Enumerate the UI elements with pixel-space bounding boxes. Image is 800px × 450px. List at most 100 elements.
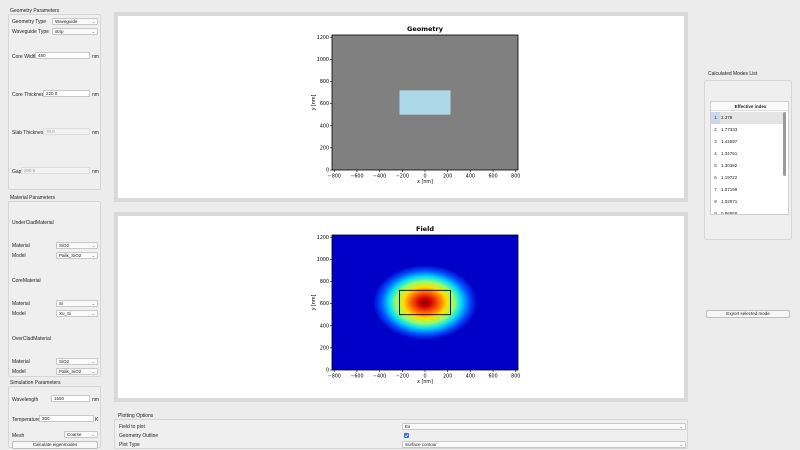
geometry-plot-panel: Geometry −800 −600 −400 −200 0 200 400 600 800 0 20… — [114, 12, 688, 202]
modes-table-scrollbar[interactable] — [783, 112, 786, 176]
wavelength-input[interactable]: 1550 — [51, 395, 90, 402]
y-tick-label: 800 — [320, 279, 329, 285]
field-to-plot-label: Field to plot — [119, 424, 145, 430]
underclad-material-select[interactable]: SiO2 ⌄ — [56, 242, 98, 249]
field-plot-panel: Field −800 −600 −400 −200 0 200 400 600 800 0 200 40… — [114, 212, 688, 402]
x-axis-label: x [nm] — [417, 179, 433, 185]
geometry-type-label: Geometry Type — [12, 19, 47, 25]
slab-thickness-label: Slab Thickness — [12, 130, 46, 136]
gap-input[interactable]: 200.0 — [21, 167, 90, 174]
chevron-down-icon: ⌄ — [91, 19, 95, 24]
modes-list-title: Calculated Modes List — [708, 71, 758, 77]
y-tick-label: 1200 — [317, 235, 329, 241]
core-model-select[interactable]: Xu_Si ⌄ — [56, 310, 98, 317]
field-intensity — [332, 235, 518, 370]
plot-type-label: Plot Type — [119, 442, 140, 448]
underclad-model-select[interactable]: Palik_SiO2 ⌄ — [56, 252, 98, 259]
geometry-outline-checkbox[interactable] — [404, 433, 409, 438]
core-material-value: Si — [59, 301, 64, 306]
modes-table[interactable]: Effective index 1 2.379 2 1.77333 3 1.44597 4 1… — [710, 101, 789, 215]
chevron-down-icon: ⌄ — [91, 243, 95, 248]
geometry-plot[interactable]: Geometry −800 −600 −400 −200 0 200 400 600 800 0 20… — [118, 16, 684, 198]
x-tick-label: −800 — [328, 174, 341, 180]
temperature-label: Temperature — [12, 417, 41, 423]
mode-row[interactable]: 4 1.34761 — [711, 148, 785, 160]
core-thickness-unit: nm — [92, 92, 99, 98]
y-tick-label: 1000 — [317, 257, 329, 263]
temperature-unit: K — [95, 417, 99, 423]
mode-row[interactable]: 6 1.19722 — [711, 172, 785, 184]
mode-row-effective-index: 1.30382 — [721, 163, 738, 168]
temperature-input[interactable]: 300 — [39, 415, 94, 422]
x-tick-label: 0 — [423, 174, 426, 180]
core-region — [399, 90, 451, 115]
geometry-type-select[interactable]: Waveguide ⌄ — [52, 18, 98, 25]
y-tick-label: 1200 — [317, 35, 329, 41]
modes-table-header: Effective index — [711, 102, 788, 111]
overclad-material-value: SiO2 — [59, 359, 70, 364]
waveguide-type-label: Waveguide Type — [12, 29, 49, 35]
core-thickness-input[interactable]: 220.0 — [43, 90, 90, 97]
mode-row[interactable]: 2 1.77333 — [711, 124, 785, 136]
export-selected-mode-button[interactable]: Export selected mode — [706, 310, 790, 318]
y-tick-label: 400 — [320, 323, 329, 329]
mode-row-index: 6 — [714, 175, 717, 180]
waveguide-type-select[interactable]: strip ⌄ — [52, 28, 98, 35]
overclad-section-title: OverCladMaterial — [12, 336, 51, 342]
mode-row[interactable]: 1 2.379 — [711, 112, 785, 124]
overclad-material-label: Material — [12, 359, 30, 365]
y-axis-label: y [nm] — [311, 94, 317, 110]
field-plot[interactable]: Field −800 −600 −400 −200 0 200 400 600 800 0 200 40… — [118, 216, 684, 398]
x-tick-label: 400 — [466, 174, 475, 180]
core-material-select[interactable]: Si ⌄ — [56, 300, 98, 307]
x-tick-label: 800 — [511, 374, 520, 380]
mode-row-effective-index: 2.379 — [721, 115, 733, 120]
x-tick-label: 200 — [443, 374, 452, 380]
y-tick-label: 200 — [320, 145, 329, 151]
plot-title: Geometry — [407, 25, 444, 33]
mode-row[interactable]: 7 1.07199 — [711, 184, 785, 196]
core-width-unit: nm — [92, 54, 99, 60]
underclad-material-label: Material — [12, 243, 30, 249]
x-tick-label: 600 — [488, 174, 497, 180]
mode-row-index: 2 — [714, 127, 717, 132]
mesh-select[interactable]: Coarse ⌄ — [64, 431, 98, 438]
geometry-outline-label: Geometry Outline — [119, 433, 159, 439]
core-width-input[interactable]: 450 — [35, 52, 90, 59]
chevron-down-icon: ⌄ — [91, 301, 95, 306]
mode-row[interactable]: 8 1.02971 — [711, 196, 785, 208]
chevron-down-icon: ⌄ — [91, 253, 95, 258]
y-tick-label: 1000 — [317, 57, 329, 63]
mode-row-index: 1 — [711, 112, 720, 124]
mode-row[interactable]: 3 1.44597 — [711, 136, 785, 148]
mode-row-effective-index: 1.07199 — [721, 187, 738, 192]
mode-row-effective-index: 1.19722 — [721, 175, 738, 180]
chevron-down-icon: ⌄ — [679, 424, 683, 429]
x-tick-label: −800 — [328, 374, 341, 380]
slab-thickness-input[interactable]: 70.0 — [43, 128, 90, 135]
x-tick-label: −600 — [350, 374, 363, 380]
y-tick-label: 400 — [320, 123, 329, 129]
chevron-down-icon: ⌄ — [91, 432, 95, 437]
x-tick-label: 200 — [443, 174, 452, 180]
chevron-down-icon: ⌄ — [679, 442, 683, 447]
gap-unit: nm — [92, 169, 99, 175]
y-tick-label: 600 — [320, 301, 329, 307]
calculate-eigenmodes-button[interactable]: Calculate eigenmodes — [12, 441, 98, 449]
plotting-options-group: Field to plot Ex ⌄ Geometry Outline Plot … — [114, 419, 688, 449]
overclad-material-select[interactable]: SiO2 ⌄ — [56, 358, 98, 365]
x-tick-label: −200 — [396, 374, 409, 380]
overclad-model-select[interactable]: Palik_SiO2 ⌄ — [56, 368, 98, 375]
mode-row[interactable]: 9 0.96869 — [711, 208, 785, 214]
x-tick-label: 0 — [423, 374, 426, 380]
slab-thickness-unit: nm — [92, 130, 99, 136]
mode-row[interactable]: 5 1.30382 — [711, 160, 785, 172]
mode-row-effective-index: 1.77333 — [721, 127, 738, 132]
mode-row-effective-index: 1.34761 — [721, 151, 738, 156]
field-to-plot-select[interactable]: Ex ⌄ — [402, 423, 686, 430]
checkmark-icon — [404, 434, 409, 438]
chevron-down-icon: ⌄ — [91, 311, 95, 316]
plot-type-select[interactable]: Surface contour ⌄ — [402, 441, 686, 448]
x-tick-label: 400 — [466, 374, 475, 380]
y-tick-label: 600 — [320, 101, 329, 107]
